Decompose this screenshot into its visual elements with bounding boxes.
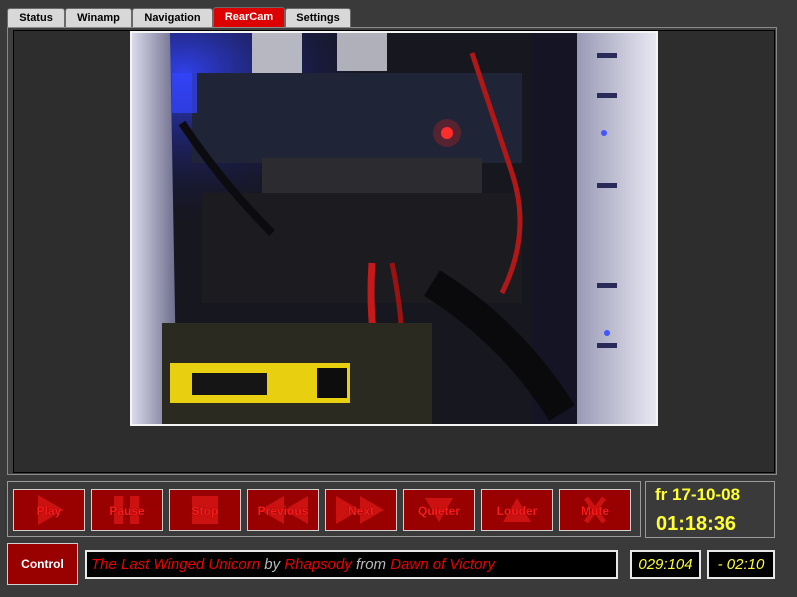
pause-label: Pause [109, 504, 145, 518]
track-title: The Last Winged Unicorn [91, 556, 261, 573]
louder-label: Louder [496, 504, 538, 518]
now-playing-display: The Last Winged Unicorn by Rhapsody from… [85, 550, 618, 579]
stop-button[interactable]: Stop [169, 489, 241, 531]
playlist-position: 029:104 [630, 550, 701, 579]
clock-panel: fr 17-10-08 01:18:36 [645, 481, 775, 538]
by-separator: by [260, 556, 285, 573]
control-button[interactable]: Control [7, 543, 78, 585]
louder-button[interactable]: Louder [481, 489, 553, 531]
tab-winamp[interactable]: Winamp [65, 8, 132, 27]
mute-button[interactable]: Mute [559, 489, 631, 531]
quieter-label: Quieter [417, 504, 460, 518]
play-button[interactable]: Play [13, 489, 85, 531]
tab-status[interactable]: Status [7, 8, 65, 27]
next-label: Next [347, 504, 374, 518]
tab-rearcam[interactable]: RearCam [213, 7, 285, 28]
stop-label: Stop [191, 504, 219, 518]
mute-label: Mute [581, 504, 609, 518]
play-label: Play [36, 504, 62, 518]
time-display: 01:18:36 [656, 513, 737, 535]
date-display: fr 17-10-08 [655, 485, 741, 504]
camera-image [132, 33, 656, 424]
pause-button[interactable]: Pause [91, 489, 163, 531]
next-button[interactable]: Next [325, 489, 397, 531]
quieter-button[interactable]: Quieter [403, 489, 475, 531]
track-album: Dawn of Victory [390, 556, 495, 573]
tab-settings[interactable]: Settings [285, 8, 351, 27]
previous-label: Previous [257, 504, 309, 518]
track-artist: Rhapsody [284, 556, 352, 573]
from-separator: from [351, 556, 391, 573]
tab-navigation[interactable]: Navigation [132, 8, 213, 27]
time-remaining: - 02:10 [707, 550, 775, 579]
rear-camera-feed [130, 31, 658, 426]
previous-button[interactable]: Previous [247, 489, 319, 531]
